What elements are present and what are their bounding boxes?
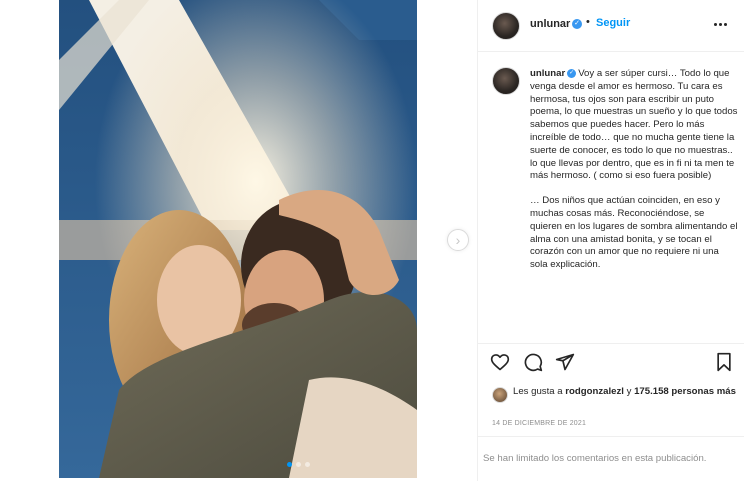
likes-prefix: Les gusta a (513, 386, 566, 397)
post-photo[interactable] (59, 0, 417, 478)
liker-username[interactable]: rodgonzalezl (565, 386, 624, 397)
bookmark-icon[interactable] (714, 352, 734, 372)
carousel-dot (305, 462, 310, 467)
likes-conjunction: y (623, 386, 635, 397)
caption-username[interactable]: unlunar (530, 68, 565, 79)
caption-section: unlunar ✓ Voy a ser súper cursi… Todo lo q… (478, 52, 744, 344)
page-background-left (0, 0, 59, 481)
more-options-icon[interactable] (714, 18, 732, 30)
comments-limited-notice: Se han limitado los comentarios en esta … (478, 436, 744, 481)
author-avatar[interactable] (492, 12, 520, 40)
post-date[interactable]: 14 DE DICIEMBRE DE 2021 (492, 420, 586, 427)
post-side-panel: unlunar ✓ • Seguir unlunar ✓ Voy a ser súp… (477, 0, 744, 481)
post-actions-bar (478, 346, 744, 380)
comments-limited-text: Se han limitado los comentarios en esta … (483, 453, 707, 464)
liker-avatar[interactable] (492, 387, 508, 403)
chevron-right-icon[interactable]: › (447, 229, 469, 251)
caption-author-avatar[interactable] (492, 67, 520, 95)
caption-second-paragraph: … Dos niños que actúan coinciden, en eso… (530, 195, 741, 271)
separator-dot: • (586, 16, 590, 28)
verified-badge-icon: ✓ (572, 19, 582, 29)
post-photo-art (59, 0, 417, 478)
likes-count[interactable]: 175.158 personas más (634, 386, 736, 397)
post-header: unlunar ✓ • Seguir (478, 0, 744, 52)
carousel-dot (287, 462, 292, 467)
carousel-indicator (287, 462, 310, 467)
comment-icon[interactable] (523, 352, 543, 372)
send-icon[interactable] (555, 352, 575, 372)
follow-button[interactable]: Seguir (596, 17, 630, 29)
likes-text: Les gusta a rodgonzalezl y 175.158 perso… (513, 385, 743, 398)
heart-icon[interactable] (490, 352, 510, 372)
caption-first-paragraph: Voy a ser súper cursi… Todo lo que venga… (530, 68, 741, 182)
verified-badge-icon: ✓ (567, 68, 577, 78)
author-username[interactable]: unlunar (530, 18, 570, 30)
carousel-dot (296, 462, 301, 467)
caption-text: unlunar ✓ Voy a ser súper cursi… Todo lo q… (530, 68, 738, 272)
